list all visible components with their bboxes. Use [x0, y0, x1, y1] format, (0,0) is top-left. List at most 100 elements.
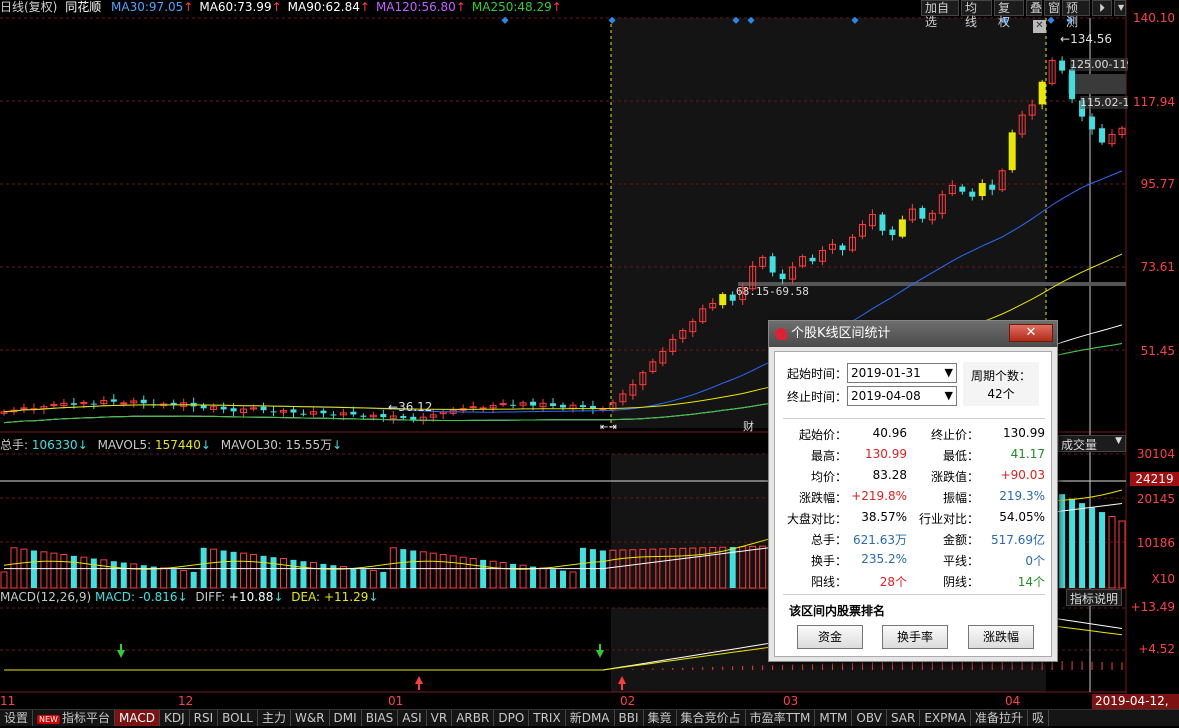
indicator-help-button[interactable]: 指标说明 — [1066, 589, 1123, 606]
macd-value-label: MACD: — [94, 590, 135, 604]
volume-bar — [459, 556, 467, 589]
indicator-tab[interactable]: VR — [427, 710, 453, 726]
rank-turnover-button[interactable]: 换手率 — [882, 625, 948, 649]
indicator-tab[interactable]: DMI — [330, 710, 362, 726]
dialog-titlebar[interactable]: 个股K线区间统计 ✕ — [769, 321, 1057, 347]
volume-bar — [360, 569, 367, 588]
date-tick-label: 01 — [388, 694, 404, 708]
chevron-down-icon: ▼ — [944, 366, 953, 379]
date-tick-label: 02 — [620, 694, 636, 708]
indicator-tab-label: KDJ — [163, 711, 185, 725]
dea-value: +11.29 — [323, 590, 369, 604]
date-tick-label: 03 — [783, 694, 799, 708]
toolbar-button[interactable]: 加自选 — [921, 0, 959, 29]
price-tick-label: 73.61 — [1140, 260, 1175, 274]
date-tick-label: 04 — [1005, 694, 1021, 708]
candle-body — [729, 294, 736, 301]
toolbar-button[interactable]: 预测 — [1062, 0, 1090, 29]
dialog-title: 个股K线区间统计 — [791, 326, 891, 341]
volume-selector[interactable]: 成交量 ▼ — [1058, 435, 1126, 452]
volume-bar — [439, 554, 447, 589]
flag-icon[interactable]: ⏵ — [1092, 0, 1112, 16]
toolbar-button[interactable]: 均线 — [961, 0, 992, 29]
stat-label: 换手： — [810, 554, 847, 568]
ma-item: MA120:56.80↑ — [376, 0, 466, 14]
indicator-tab[interactable]: MACD — [114, 710, 160, 726]
indicator-tab[interactable]: BIAS — [362, 710, 399, 726]
stat-label: 振幅： — [942, 491, 979, 505]
rank-fund-button[interactable]: 资金 — [797, 625, 863, 649]
indicator-tab-label: RSI — [193, 711, 214, 725]
price-tick-label: 95.77 — [1140, 177, 1175, 191]
indicator-tab[interactable]: BBI — [615, 710, 644, 726]
start-time-select[interactable]: 2019-01-31 ▼ — [847, 363, 957, 383]
volume-bar — [309, 562, 317, 589]
indicator-tab[interactable]: BOLL — [218, 710, 258, 726]
dropdown-icon: ▼ — [1115, 436, 1122, 446]
volume-bar — [300, 561, 307, 588]
volume-bar — [170, 569, 177, 588]
candle-body — [769, 256, 776, 273]
indicator-tab[interactable]: ASI — [398, 710, 427, 726]
volume-bar — [1099, 512, 1106, 588]
volume-bar — [70, 555, 77, 588]
indicator-tab[interactable]: NEW 指标平台 — [33, 710, 115, 726]
volume-bar — [550, 569, 557, 588]
stat-value: 219.3% — [999, 489, 1045, 503]
ma-values: MA30:97.05↑ MA60:73.99↑ MA90:62.84↑ MA120:5… — [105, 0, 562, 14]
close-icon[interactable]: ✕ — [1009, 324, 1053, 342]
end-time-select[interactable]: 2019-04-08 ▼ — [847, 386, 957, 406]
indicator-tab[interactable]: 集合竞价占 — [677, 710, 746, 726]
indicator-tab[interactable]: ARBR — [452, 710, 495, 726]
finance-marker[interactable]: 财 — [743, 418, 754, 434]
volume-value: 106330 — [31, 438, 78, 452]
stat-value: +90.03 — [1000, 468, 1045, 482]
indicator-tab-label: BBI — [618, 711, 639, 725]
indicator-tab[interactable]: OBV — [852, 710, 887, 726]
rank-change-button[interactable]: 涨跌幅 — [968, 625, 1034, 649]
volume-bar — [530, 566, 537, 588]
dea-label: DEA: — [291, 590, 321, 604]
sell-signal-icon — [117, 650, 125, 658]
indicator-tab[interactable]: 新DMA — [566, 710, 615, 726]
indicator-tab[interactable]: EXPMA — [920, 710, 971, 726]
ma-value: 73.99 — [237, 0, 272, 14]
volume-bar — [469, 558, 477, 589]
up-arrow-icon: ↑ — [271, 0, 282, 14]
toolbar-button[interactable]: 叠 — [1026, 0, 1042, 16]
indicator-tab[interactable]: 集竟 — [644, 710, 677, 726]
indicator-tab[interactable]: SAR — [887, 710, 921, 726]
toolbar-button[interactable]: 窗 — [1044, 0, 1060, 16]
candle-body — [290, 409, 297, 413]
indicator-tab[interactable]: KDJ — [160, 710, 190, 726]
volume-bar — [1059, 494, 1066, 588]
candle-body — [320, 410, 327, 414]
indicator-tab[interactable]: TRIX — [529, 710, 566, 726]
ma-label: MA30: — [111, 0, 149, 14]
volume-bar — [1079, 503, 1086, 588]
mavol5-label: MAVOL5: — [97, 438, 152, 452]
indicator-tab[interactable]: 市盈率TTM — [746, 710, 816, 726]
volume-bar — [410, 550, 417, 588]
price-tick-label: 140.10 — [1133, 11, 1175, 25]
candle-body — [1059, 60, 1066, 71]
stat-label: 金额： — [942, 533, 979, 547]
indicator-tab[interactable]: 主力 — [258, 710, 291, 726]
ma-value: 56.80 — [421, 0, 456, 14]
mavol30-value: 15.55万 — [285, 438, 333, 452]
macd-title: MACD(12,26,9) — [0, 590, 92, 604]
indicator-tab[interactable]: 准备拉升 — [971, 710, 1028, 726]
interval-handle-icon[interactable]: ⇤⇥ — [600, 422, 617, 433]
indicator-tab[interactable]: MTM — [815, 710, 853, 726]
close-chart-icon[interactable]: ✕ — [1033, 20, 1046, 33]
period-count-value: 42个 — [987, 387, 1015, 401]
indicator-tab[interactable]: RSI — [190, 710, 219, 726]
indicator-tab[interactable]: DPO — [494, 710, 530, 726]
indicator-tab[interactable]: 吸 — [1028, 710, 1049, 726]
indicator-tab[interactable]: 设置 — [0, 710, 34, 726]
candle-body — [260, 406, 267, 411]
indicator-tab[interactable]: W&R — [291, 710, 330, 726]
candle-body — [360, 415, 367, 417]
toolbar-button[interactable]: 复权 — [994, 0, 1024, 29]
diff-value: +10.88 — [228, 590, 274, 604]
